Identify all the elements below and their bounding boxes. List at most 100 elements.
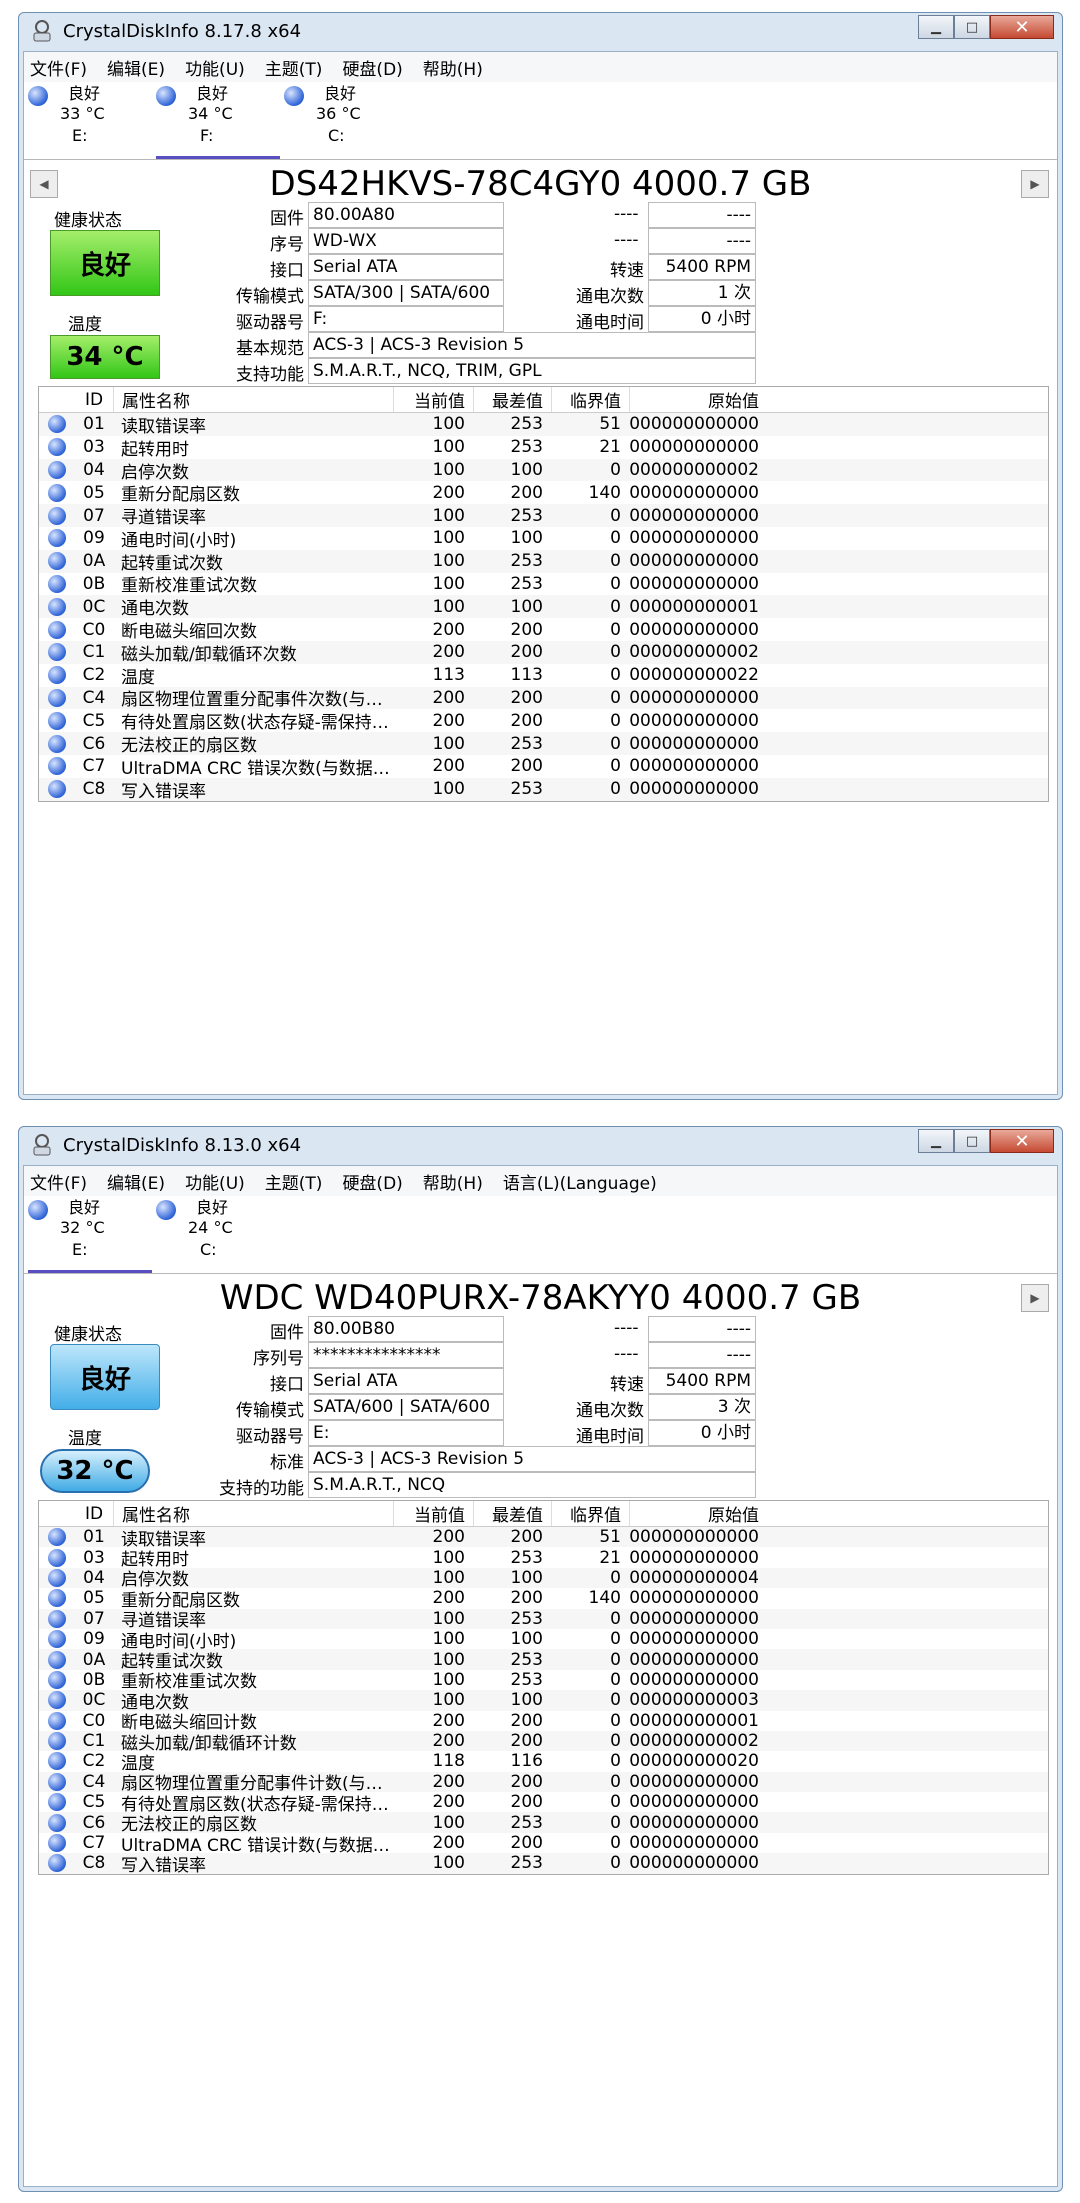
table-cell: 重新分配扇区数 (121, 485, 240, 506)
column-header[interactable]: 最差值 (473, 387, 551, 412)
table-cell: C2 (82, 1751, 106, 1772)
table-row[interactable]: 03 起转用时 100 253 21 000000000000 (39, 436, 1048, 460)
empty-value: ---- (648, 1316, 756, 1342)
menu-item[interactable]: 硬盘(D) (342, 1169, 402, 1194)
disk-tab[interactable]: 良好 33 °C E: (24, 82, 152, 159)
row-status-col (39, 666, 75, 685)
disk-status: 良好 (196, 1198, 229, 1217)
table-cell: 100 (432, 459, 465, 480)
column-header[interactable]: 最差值 (473, 1501, 551, 1526)
menu-item[interactable]: 编辑(E) (107, 1169, 165, 1194)
table-row[interactable]: C2 温度 113 113 0 000000000022 (39, 664, 1048, 688)
status-dot-icon (48, 1854, 66, 1873)
poweron_hours-label: 通电时间 (576, 1427, 644, 1447)
column-header[interactable]: 当前值 (393, 1501, 473, 1526)
table-row[interactable]: 04 启停次数 100 100 0 000000000002 (39, 458, 1048, 483)
column-header[interactable]: 原始值 (629, 387, 767, 412)
column-header[interactable]: ID (75, 390, 113, 410)
menu-item[interactable]: 语言(L)(Language) (503, 1169, 657, 1194)
status-dot-icon (156, 1200, 176, 1220)
close-icon[interactable]: ✕ (990, 15, 1054, 39)
minimize-icon[interactable]: ▁ (918, 15, 954, 39)
menu-item[interactable]: 硬盘(D) (342, 55, 402, 80)
table-cell: 253 (510, 1669, 543, 1690)
table-row[interactable]: C5 有待处置扇区数(状态存疑-需保持关注) 200 200 0 000000000000 (39, 709, 1048, 733)
menu-item[interactable]: 主题(T) (265, 1169, 323, 1194)
disk-letter: E: (72, 1240, 88, 1259)
table-row[interactable]: C0 断电磁头缩回次数 200 200 0 000000000000 (39, 618, 1048, 642)
table-row[interactable]: 0B 重新校准重试次数 100 253 0 000000000000 (39, 573, 1048, 596)
table-cell: 51 (599, 1527, 621, 1548)
column-header[interactable]: 属性名称 (113, 387, 393, 412)
table-row[interactable]: C7UltraDMA CRC 错误次数(与数据线或接口...2002000000… (39, 755, 1048, 779)
disk-letter: C: (328, 126, 345, 145)
menu-item[interactable]: 功能(U) (185, 55, 245, 80)
table-row[interactable]: C1 磁头加载/卸载循环次数 200 200 0 000000000002 (39, 640, 1048, 665)
table-cell: 0 (610, 573, 621, 594)
empty-value-label: ---- (614, 230, 639, 250)
menu-item[interactable]: 主题(T) (265, 55, 323, 80)
table-row[interactable]: 0C 通电次数 100 100 0 000000000001 (39, 595, 1048, 619)
menu-item[interactable]: 编辑(E) (107, 55, 165, 80)
table-cell: C1 (82, 1731, 106, 1752)
row-status-col (39, 757, 75, 776)
disk-status: 良好 (196, 84, 229, 103)
table-row[interactable]: C6 无法校正的扇区数 100 253 0 000000000000 (39, 732, 1048, 756)
disk-tab[interactable]: 良好 34 °C F: (152, 82, 280, 159)
disk-tab[interactable]: 良好 32 °C E: (24, 1196, 152, 1273)
table-row[interactable]: 05 重新分配扇区数 200 200 140 000000000000 (39, 481, 1048, 506)
row-status-col (39, 711, 75, 730)
table-row[interactable]: 0A 起转重试次数 100 253 0 000000000000 (39, 549, 1048, 574)
status-dot-icon (48, 780, 66, 799)
health-label: 健康状态 (54, 211, 122, 231)
maximize-icon[interactable]: □ (954, 1129, 990, 1153)
menu-item[interactable]: 帮助(H) (423, 1169, 483, 1194)
close-icon[interactable]: ✕ (990, 1129, 1054, 1153)
column-header[interactable]: ID (75, 1504, 113, 1524)
minimize-icon[interactable]: ▁ (918, 1129, 954, 1153)
table-cell: 100 (510, 459, 543, 480)
table-cell: 253 (510, 573, 543, 594)
menu-item[interactable]: 文件(F) (30, 1169, 87, 1194)
table-row[interactable]: C8 写入错误率 100 253 0 000000000000 (39, 777, 1048, 801)
column-header[interactable]: 原始值 (629, 1501, 767, 1526)
disk-tab[interactable]: 良好 24 °C C: (152, 1196, 280, 1273)
health-status[interactable]: 良好 (50, 230, 160, 296)
menu-item[interactable]: 帮助(H) (423, 55, 483, 80)
disk-status: 良好 (68, 1198, 101, 1217)
status-dot-icon (48, 460, 66, 479)
table-row[interactable]: 09 通电时间(小时) 100 100 0 000000000000 (39, 527, 1048, 551)
table-row[interactable]: 07 寻道错误率 100 253 0 000000000000 (39, 504, 1048, 528)
column-header[interactable]: 临界值 (551, 387, 629, 412)
table-cell: 0A (82, 1649, 106, 1670)
table-cell: 0 (610, 756, 621, 777)
table-row[interactable]: 01 读取错误率 100 253 51 000000000000 (39, 413, 1048, 437)
menu-item[interactable]: 文件(F) (30, 55, 87, 80)
menu-item[interactable]: 功能(U) (185, 1169, 245, 1194)
column-header[interactable]: 属性名称 (113, 1501, 393, 1526)
table-cell: 200 (510, 642, 543, 663)
table-cell: 0 (610, 1669, 621, 1690)
disk-tab[interactable]: 良好 36 °C C: (280, 82, 408, 159)
temperature: 32 °C (40, 1449, 150, 1493)
column-header[interactable]: 临界值 (551, 1501, 629, 1526)
health-status[interactable]: 良好 (50, 1344, 160, 1410)
table-row[interactable]: C8 写入错误率 100 253 0 000000000000 (39, 1853, 1048, 1874)
table-cell: 000000000000 (629, 573, 759, 594)
table-cell: 000000000000 (629, 1527, 759, 1548)
status-dot-icon (48, 643, 66, 662)
maximize-icon[interactable]: □ (954, 15, 990, 39)
table-cell: 253 (510, 1608, 543, 1629)
standard-value: ACS-3 | ACS-3 Revision 5 (308, 1446, 756, 1472)
table-row[interactable]: C4扇区物理位置重分配事件次数(与坏道相关)200200000000000000… (39, 686, 1048, 711)
temp-label: 温度 (68, 315, 102, 335)
drive-value: F: (308, 306, 504, 332)
table-cell: 扇区物理位置重分配事件次数(与坏道相关) (121, 690, 393, 711)
table-cell: 200 (432, 482, 465, 503)
table-cell: 0 (610, 1629, 621, 1650)
smart-header: ID 属性名称 当前值 最差值 临界值 原始值 (39, 1501, 1048, 1527)
column-header[interactable]: 当前值 (393, 387, 473, 412)
table-cell: 0 (610, 710, 621, 731)
status-dot-icon (48, 620, 66, 639)
transfer-value: SATA/600 | SATA/600 (308, 1394, 504, 1420)
